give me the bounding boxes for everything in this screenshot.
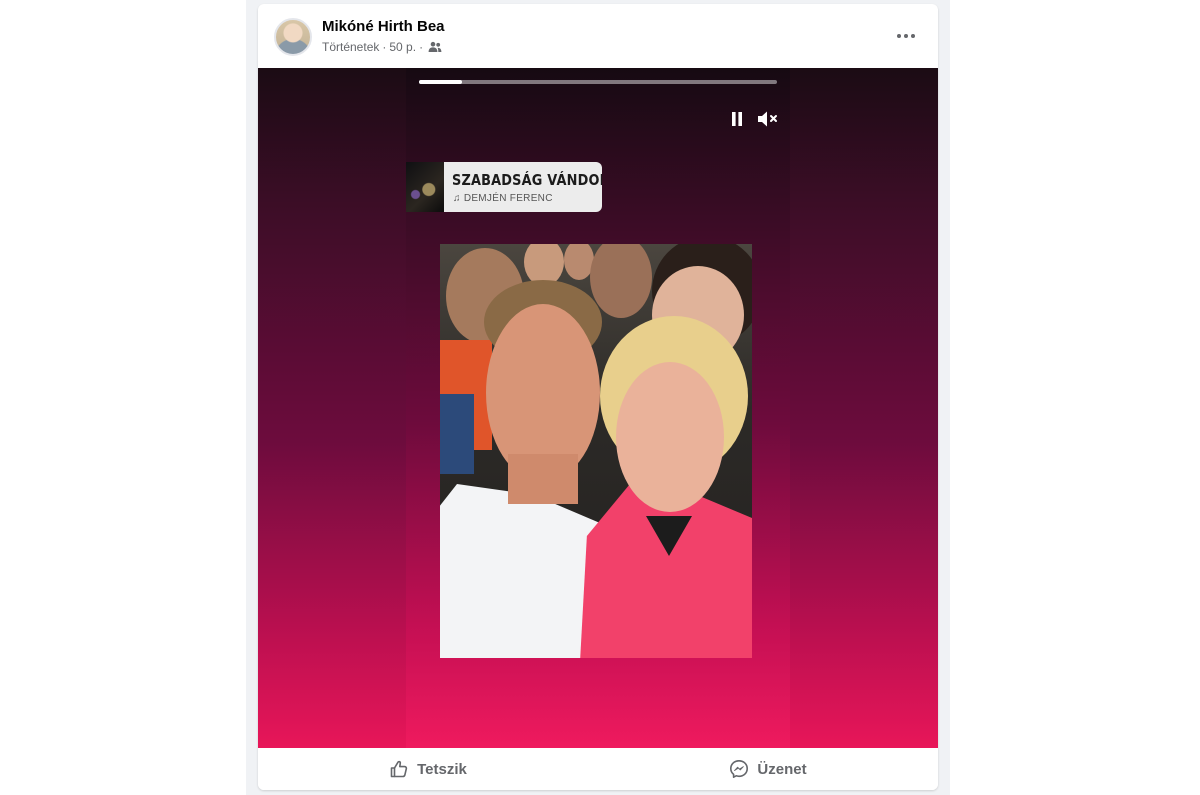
- like-label: Tetszik: [417, 760, 467, 778]
- like-icon: [390, 760, 408, 778]
- story-frame: SZABADSÁG VÁNDORAI ♫ DEMJÉN FERENC: [406, 68, 790, 748]
- story-photo: [440, 244, 752, 658]
- song-title: SZABADSÁG VÁNDORAI: [452, 171, 602, 189]
- album-art: [406, 162, 444, 212]
- artist-line: ♫ DEMJÉN FERENC: [453, 193, 553, 204]
- more-dot: [911, 34, 915, 38]
- meta-separator-2: ·: [419, 40, 424, 54]
- photo-crowd-head: [590, 244, 652, 318]
- post-meta: Történetek · 50 p. ·: [322, 40, 442, 54]
- meta-separator: ·: [382, 40, 387, 54]
- mute-icon[interactable]: [756, 108, 780, 130]
- more-horizontal-icon: [897, 34, 901, 38]
- timestamp[interactable]: 50 p.: [389, 40, 416, 54]
- pause-icon[interactable]: [729, 110, 745, 128]
- music-sticker[interactable]: SZABADSÁG VÁNDORAI ♫ DEMJÉN FERENC: [406, 162, 602, 212]
- like-button[interactable]: Tetszik: [258, 751, 598, 787]
- post-header: Mikóné Hirth Bea Történetek · 50 p. ·: [258, 4, 938, 68]
- message-button[interactable]: Üzenet: [598, 751, 938, 787]
- source-link[interactable]: Történetek: [322, 40, 379, 54]
- photo-man-neck: [508, 454, 578, 504]
- photo-crowd-jacket: [440, 394, 474, 474]
- friends-icon: [428, 41, 442, 52]
- photo-woman-face: [616, 362, 724, 512]
- story-progress-bar: [419, 80, 777, 84]
- story-viewer[interactable]: SZABADSÁG VÁNDORAI ♫ DEMJÉN FERENC: [258, 68, 938, 748]
- more-options-button[interactable]: [892, 24, 920, 48]
- post-action-bar: Tetszik Üzenet: [258, 748, 938, 790]
- messenger-icon: [730, 760, 749, 778]
- message-label: Üzenet: [757, 760, 807, 778]
- story-progress-fill: [419, 80, 462, 84]
- author-name[interactable]: Mikóné Hirth Bea: [322, 18, 445, 35]
- music-note-icon: ♫: [453, 193, 461, 204]
- avatar[interactable]: [274, 18, 312, 56]
- story-post-card: Mikóné Hirth Bea Történetek · 50 p. · SZ…: [258, 4, 938, 790]
- more-dot: [904, 34, 908, 38]
- artist-name: DEMJÉN FERENC: [463, 193, 553, 204]
